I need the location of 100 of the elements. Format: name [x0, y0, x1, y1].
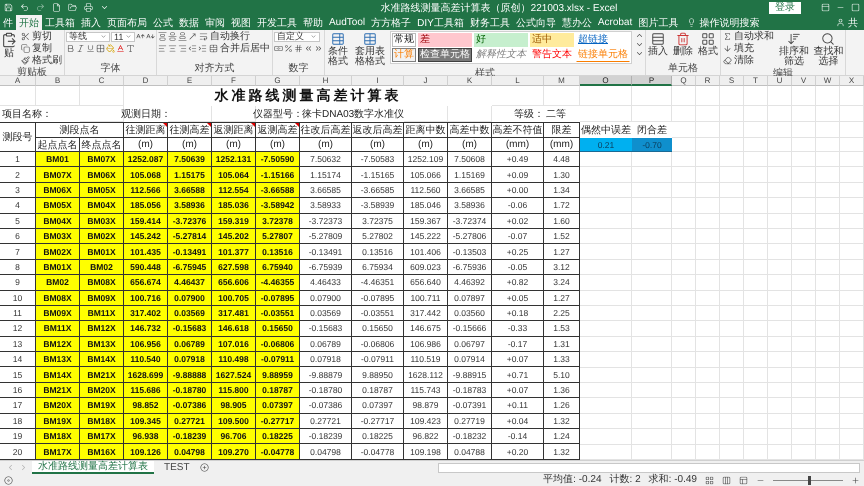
menu-tab[interactable]: 开始: [16, 15, 42, 30]
grid-icon[interactable]: [701, 32, 715, 46]
format-button[interactable]: 格式: [697, 31, 719, 58]
align-top-icon[interactable]: [158, 32, 167, 41]
folder-icon[interactable]: [68, 3, 77, 12]
align-middle-icon[interactable]: [168, 32, 177, 41]
percent-icon[interactable]: [284, 44, 293, 53]
column-header[interactable]: D: [124, 76, 168, 86]
cell-style-option[interactable]: 差: [418, 33, 472, 47]
page-layout-icon[interactable]: [722, 476, 731, 484]
page-break-icon[interactable]: [739, 476, 748, 484]
sort-filter-button[interactable]: 排序和筛选: [778, 31, 810, 68]
autosum-button[interactable]: 自动求和: [722, 31, 775, 42]
wrap-text-button[interactable]: 自动换行: [198, 31, 251, 42]
fill-color-icon[interactable]: [106, 44, 115, 53]
cell-style-option[interactable]: 好: [474, 33, 528, 47]
merge-cells-icon[interactable]: [209, 44, 218, 53]
menu-tab[interactable]: 件: [0, 15, 16, 30]
scroll-down-icon[interactable]: [635, 40, 644, 49]
bold-icon[interactable]: [66, 44, 75, 53]
increase-font-icon[interactable]: [136, 32, 145, 41]
save-icon[interactable]: [4, 3, 13, 12]
sheet-tab[interactable]: TEST: [158, 461, 196, 474]
column-header[interactable]: T: [744, 76, 768, 86]
column-header[interactable]: C: [80, 76, 124, 86]
table-icon[interactable]: [331, 32, 345, 46]
fill-button[interactable]: 填充: [722, 43, 755, 54]
paintbrush-icon[interactable]: [21, 56, 30, 65]
column-header[interactable]: X: [840, 76, 864, 86]
delete-button[interactable]: 删除: [672, 31, 694, 58]
trash-icon[interactable]: [676, 32, 690, 46]
chevron-down-icon[interactable]: [310, 33, 317, 40]
cell-style-option[interactable]: 警告文本: [530, 48, 574, 62]
maximize-icon[interactable]: [851, 3, 860, 12]
indent-decrease-icon[interactable]: [188, 44, 197, 53]
printer-icon[interactable]: [84, 3, 93, 12]
menu-tab[interactable]: AudTool: [326, 15, 368, 30]
redo-icon[interactable]: [36, 3, 45, 12]
undo-icon[interactable]: [20, 3, 29, 12]
chevron-down-icon[interactable]: [100, 33, 107, 40]
column-header[interactable]: J: [404, 76, 448, 86]
column-header[interactable]: K: [448, 76, 492, 86]
zoom-in-icon[interactable]: [851, 476, 860, 484]
column-header[interactable]: S: [720, 76, 744, 86]
sigma-icon[interactable]: [723, 32, 732, 41]
add-sheet-icon[interactable]: [200, 463, 209, 472]
scroll-up-icon[interactable]: [635, 31, 644, 40]
italic-icon[interactable]: [76, 44, 85, 53]
menu-tab[interactable]: 数据: [176, 15, 202, 30]
arrow-down-icon[interactable]: [723, 44, 732, 53]
column-header[interactable]: A: [0, 76, 36, 86]
underline-icon[interactable]: [86, 44, 95, 53]
column-header[interactable]: O: [580, 76, 632, 86]
sort-icon[interactable]: [786, 32, 801, 46]
font-color-icon[interactable]: [116, 44, 125, 53]
hash-icon[interactable]: [294, 44, 303, 53]
rows-icon[interactable]: [651, 32, 665, 46]
scissors-icon[interactable]: [21, 32, 30, 41]
menu-tab[interactable]: 页面布局: [104, 15, 150, 30]
chevron-down-icon[interactable]: [125, 33, 132, 40]
menu-tab[interactable]: 方方格子: [368, 15, 414, 30]
column-header[interactable]: U: [768, 76, 792, 86]
column-header[interactable]: H: [300, 76, 352, 86]
horizontal-scrollbar[interactable]: [438, 462, 860, 472]
align-center-icon[interactable]: [168, 44, 177, 53]
font-name-dropdown[interactable]: 等线: [66, 32, 110, 42]
table-icon[interactable]: [363, 32, 377, 46]
menu-tab[interactable]: 帮助: [300, 15, 326, 30]
column-header[interactable]: P: [632, 76, 672, 86]
clear-button[interactable]: 清除: [722, 55, 755, 66]
copy-icon[interactable]: [21, 44, 30, 53]
menu-tab[interactable]: 慧办公: [558, 15, 595, 30]
column-header[interactable]: I: [352, 76, 404, 86]
find-select-button[interactable]: 查找和选择: [812, 31, 844, 68]
align-bottom-icon[interactable]: [178, 32, 187, 41]
align-left-icon[interactable]: [158, 44, 167, 53]
copy-button[interactable]: 复制: [20, 43, 53, 54]
menu-tab[interactable]: 审阅: [202, 15, 228, 30]
cell-style-option[interactable]: 适中: [530, 33, 574, 47]
more-styles-icon[interactable]: [635, 49, 644, 58]
column-header[interactable]: R: [696, 76, 720, 86]
eraser-icon[interactable]: [723, 56, 732, 65]
border-icon[interactable]: [96, 44, 105, 53]
menu-tab[interactable]: 财务工具: [466, 15, 513, 30]
menu-tab[interactable]: DIY工具箱: [414, 15, 467, 30]
share-button[interactable]: 共: [830, 15, 864, 30]
customize-icon[interactable]: [100, 3, 109, 12]
column-header[interactable]: W: [816, 76, 840, 86]
decrease-font-icon[interactable]: [146, 32, 155, 41]
ribbon-options-icon[interactable]: [821, 3, 830, 12]
user-icon[interactable]: [836, 18, 845, 27]
zoom-thumb[interactable]: [808, 476, 811, 484]
menu-tab[interactable]: 开发工具: [254, 15, 300, 30]
tell-me-search[interactable]: 操作说明搜索: [681, 15, 766, 30]
menu-tab[interactable]: 工具箱: [42, 15, 78, 30]
column-header[interactable]: F: [212, 76, 256, 86]
menu-tab[interactable]: 公式向导: [512, 15, 559, 30]
format-painter-button[interactable]: 格式刷: [20, 55, 63, 66]
paste-button[interactable]: 贴: [1, 31, 17, 60]
merge-center-button[interactable]: 合并后居中: [208, 43, 271, 54]
